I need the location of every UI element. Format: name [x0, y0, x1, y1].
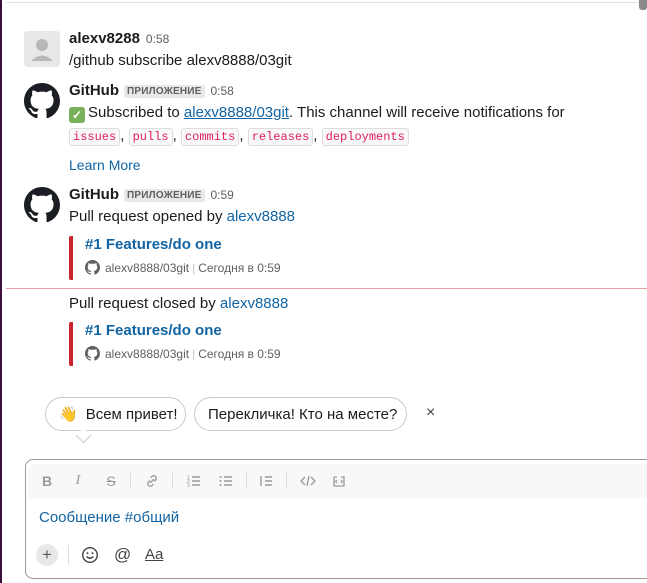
text-segment: Pull request opened by [69, 208, 227, 225]
message-time[interactable]: 0:59 [211, 188, 234, 202]
mention-icon[interactable]: @ [114, 545, 132, 565]
feature-code: releases [247, 128, 314, 146]
attachment-repo: alexv8888/03git [105, 260, 190, 275]
pr-attachment: #1 Features/do one alexv8888/03git | Сег… [69, 322, 493, 366]
code-block-icon[interactable] [331, 472, 347, 490]
new-messages-divider [6, 288, 647, 289]
footer-separator: | [192, 260, 196, 275]
user-silhouette-icon [24, 31, 60, 67]
scrollbar-thumb[interactable] [639, 0, 647, 10]
bulleted-list-icon[interactable] [218, 472, 234, 490]
feature-code: deployments [321, 128, 409, 146]
suggestion-label: Всем привет! [85, 405, 178, 423]
strikethrough-icon[interactable]: S [104, 472, 118, 490]
italic-icon[interactable]: I [71, 472, 85, 490]
feature-code: pulls [128, 128, 173, 146]
github-avatar[interactable] [24, 83, 60, 119]
message-text: ✓ Subscribed to alexv8888/03git. This cha… [69, 104, 565, 123]
github-logo-icon [24, 187, 60, 223]
pr-title-link[interactable]: #1 Features/do one [85, 322, 222, 339]
check-mark-icon: ✓ [69, 107, 85, 123]
github-logo-icon [85, 260, 100, 275]
message-header: alexv8288 0:58 [69, 30, 169, 47]
author-name[interactable]: GitHub [69, 186, 119, 203]
text-segment: Subscribed to [88, 104, 184, 121]
suggestion-label: Перекличка! Кто на месте? [208, 405, 398, 423]
link-icon[interactable] [144, 472, 160, 490]
message-text: /github subscribe alexv8888/03git [69, 52, 292, 69]
user-link[interactable]: alexv8888 [227, 208, 295, 225]
github-avatar[interactable] [24, 187, 60, 223]
bold-icon[interactable]: B [40, 472, 54, 490]
feature-code: commits [180, 128, 240, 146]
text-segment: Pull request closed by [69, 295, 220, 312]
ordered-list-icon[interactable]: 123 [186, 472, 202, 490]
user-link[interactable]: alexv8888 [220, 295, 288, 312]
message-text: Pull request closed by alexv8888 [69, 295, 288, 312]
avatar[interactable] [24, 31, 60, 67]
footer-separator: | [192, 346, 196, 361]
text-segment: . This channel will receive notification… [288, 104, 565, 121]
toolbar-separator [172, 473, 173, 489]
toolbar-separator [286, 473, 287, 489]
app-badge: ПРИЛОЖЕНИЕ [124, 85, 205, 98]
formatting-toggle-icon[interactable]: Aa [145, 545, 167, 565]
emoji-icon[interactable] [81, 545, 99, 565]
workspace-sidebar-edge [0, 0, 6, 583]
pr-attachment: #1 Features/do one alexv8888/03git | Сег… [69, 236, 493, 280]
feature-code: issues [69, 128, 121, 146]
toolbar-separator [246, 473, 247, 489]
attachment-timestamp: Сегодня в 0:59 [198, 346, 281, 361]
top-divider [6, 2, 647, 3]
feature-list: issues, pulls, commits, releases, deploy… [69, 127, 409, 146]
attachment-footer: alexv8888/03git | Сегодня в 0:59 [85, 260, 281, 275]
repo-link[interactable]: alexv8888/03git [184, 104, 289, 121]
attachment-footer: alexv8888/03git | Сегодня в 0:59 [85, 346, 281, 361]
code-icon[interactable] [299, 472, 317, 490]
blockquote-icon[interactable] [258, 472, 274, 490]
svg-text:3: 3 [187, 483, 190, 489]
learn-more-link[interactable]: Learn More [69, 157, 141, 173]
toolbar-separator [68, 545, 69, 565]
waving-hand-icon: 👋 [59, 406, 78, 423]
suggestion-chip-hello[interactable]: 👋 Всем привет! [45, 397, 186, 431]
attachment-repo: alexv8888/03git [105, 346, 190, 361]
message-input[interactable]: Сообщение #общий [39, 509, 179, 526]
app-badge: ПРИЛОЖЕНИЕ [124, 189, 205, 202]
message-header: GitHub ПРИЛОЖЕНИЕ 0:59 [69, 186, 234, 203]
author-name[interactable]: GitHub [69, 82, 119, 99]
suggestion-chip-rollcall[interactable]: Перекличка! Кто на месте? [194, 397, 407, 431]
attachment-timestamp: Сегодня в 0:59 [198, 260, 281, 275]
message-header: GitHub ПРИЛОЖЕНИЕ 0:58 [69, 82, 234, 99]
github-logo-icon [85, 346, 100, 361]
toolbar-separator [130, 473, 131, 489]
pr-title-link[interactable]: #1 Features/do one [85, 236, 222, 253]
add-attachment-button[interactable]: + [36, 544, 58, 566]
github-logo-icon [24, 83, 60, 119]
message-time[interactable]: 0:58 [211, 84, 234, 98]
author-name[interactable]: alexv8288 [69, 30, 140, 47]
message-text: Pull request opened by alexv8888 [69, 208, 295, 225]
message-time[interactable]: 0:58 [146, 32, 169, 46]
close-icon[interactable]: × [426, 404, 435, 422]
